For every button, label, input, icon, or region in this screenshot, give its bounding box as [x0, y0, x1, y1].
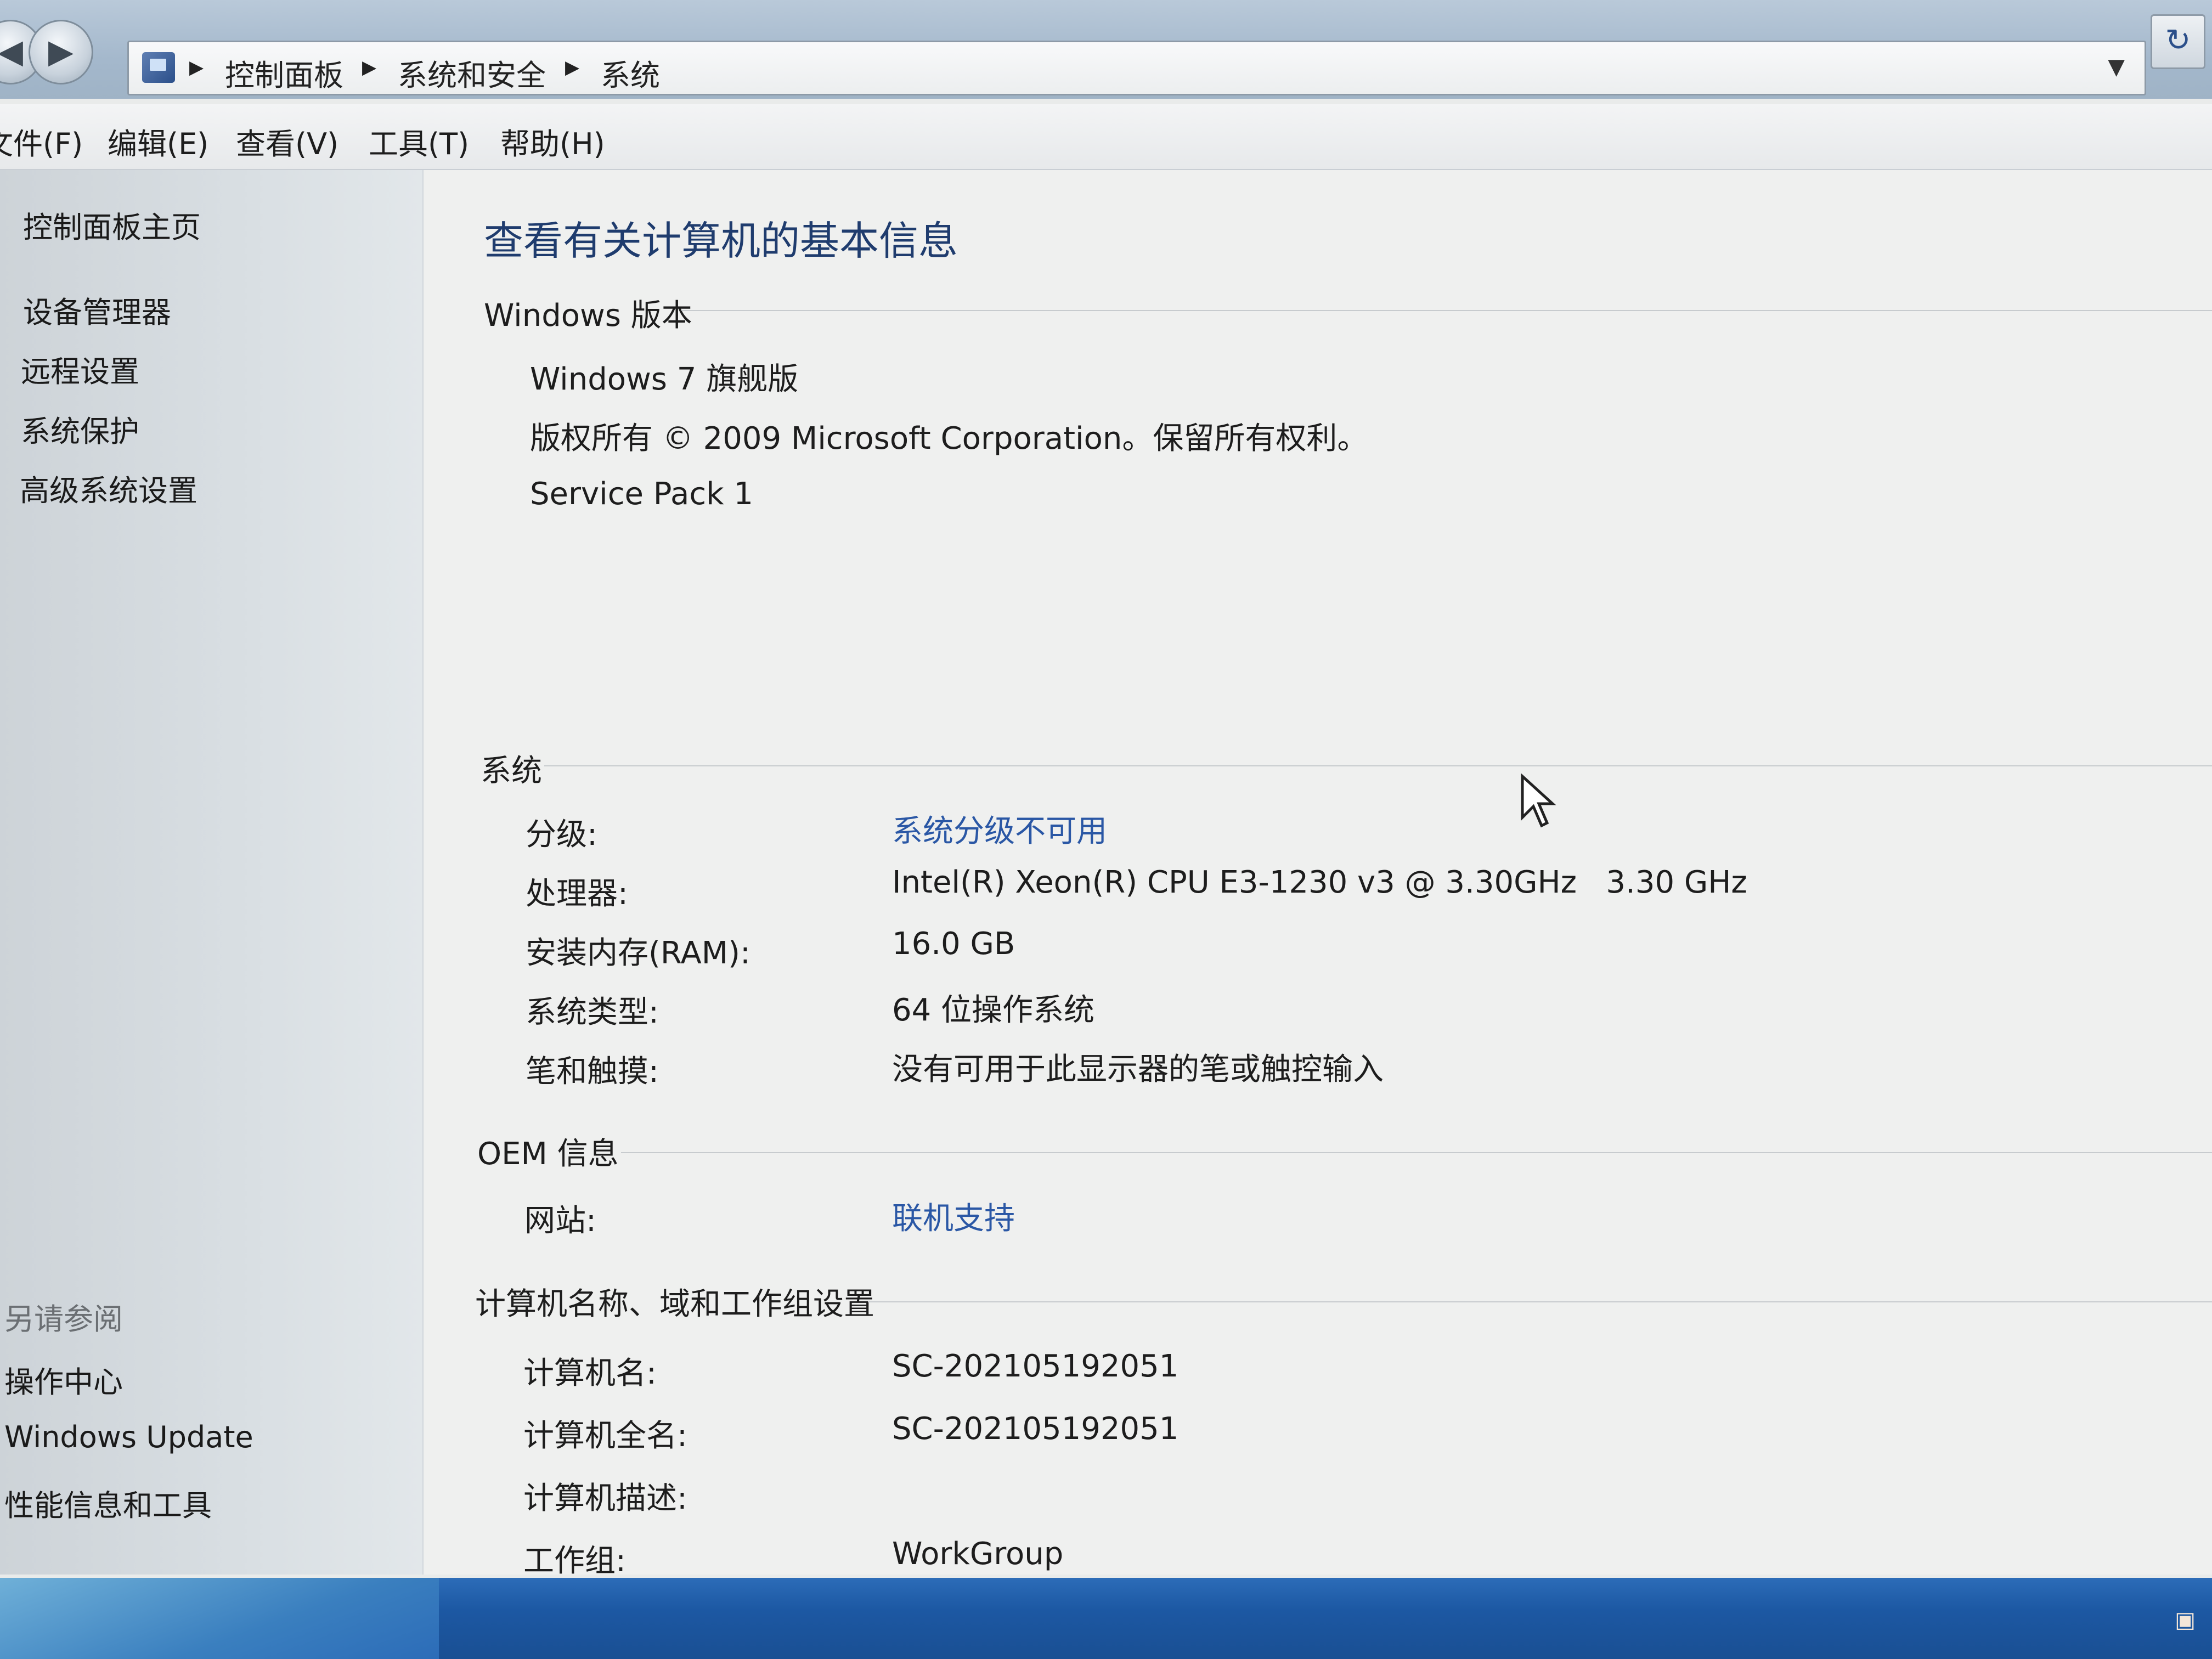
section-computer-name: 计算机名称、域和工作组设置	[475, 1286, 874, 1322]
section-system: 系统	[481, 753, 542, 789]
ram-label: 安装内存(RAM):	[526, 935, 751, 971]
see-also-performance-tools[interactable]: 性能信息和工具	[4, 1481, 212, 1525]
rating-link[interactable]: 系统分级不可用	[892, 806, 1107, 851]
ram-value: 16.0 GB	[892, 926, 1015, 962]
system-type-value: 64 位操作系统	[892, 992, 1095, 1028]
section-divider	[868, 1301, 2212, 1302]
full-computer-name-value: SC-202105192051	[892, 1411, 1179, 1447]
menu-view[interactable]: 查看(V)	[236, 120, 338, 163]
section-divider	[621, 1152, 2212, 1153]
menu-tools[interactable]: 工具(T)	[369, 120, 469, 163]
see-also-windows-update[interactable]: Windows Update	[4, 1420, 253, 1454]
section-divider	[681, 310, 2212, 311]
system-type-label: 系统类型:	[526, 995, 659, 1030]
service-pack: Service Pack 1	[530, 476, 753, 512]
sidebar: 控制面板主页 设备管理器 远程设置 系统保护 高级系统设置 另请参阅 操作中心 …	[0, 170, 424, 1575]
breadcrumb-separator-icon[interactable]: ▶	[565, 57, 579, 78]
section-divider	[544, 765, 2212, 766]
address-bar-area: ◀ ▶ ▶ 控制面板 ▶ 系统和安全 ▶ 系统 ▼ ↻	[0, 0, 2212, 99]
refresh-button[interactable]: ↻	[2151, 14, 2205, 69]
website-label: 网站:	[524, 1203, 596, 1239]
control-panel-icon	[142, 52, 175, 83]
forward-arrow-icon: ▶	[48, 32, 74, 71]
breadcrumb-separator-icon: ▶	[189, 57, 204, 78]
sidebar-control-panel-home[interactable]: 控制面板主页	[23, 203, 201, 246]
sidebar-item-advanced-settings[interactable]: 高级系统设置	[20, 466, 198, 510]
watermark-logo-icon: ▣	[2175, 1607, 2196, 1633]
sidebar-item-system-protection[interactable]: 系统保护	[21, 407, 139, 450]
pen-touch-value: 没有可用于此显示器的笔或触控输入	[892, 1052, 1384, 1087]
breadcrumb-system-security[interactable]: 系统和安全	[398, 51, 546, 94]
copyright-text: 版权所有 © 2009 Microsoft Corporation。保留所有权利…	[530, 421, 1368, 456]
mouse-cursor-icon	[1521, 774, 1556, 828]
refresh-icon: ↻	[2165, 22, 2191, 58]
workgroup-label: 工作组:	[523, 1543, 626, 1579]
sidebar-item-device-manager[interactable]: 设备管理器	[23, 288, 171, 331]
see-also-heading: 另请参阅	[4, 1302, 123, 1336]
pen-touch-label: 笔和触摸:	[526, 1054, 659, 1090]
main-content: 查看有关计算机的基本信息 Windows 版本 Windows 7 旗舰版 版权…	[424, 170, 2212, 1579]
processor-label: 处理器:	[526, 876, 628, 912]
breadcrumb-system[interactable]: 系统	[601, 51, 660, 94]
menu-edit[interactable]: 编辑(E)	[108, 120, 208, 163]
section-windows-edition: Windows 版本	[484, 298, 692, 334]
processor-value: Intel(R) Xeon(R) CPU E3-1230 v3 @ 3.30GH…	[892, 865, 1747, 900]
menu-help[interactable]: 帮助(H)	[500, 120, 605, 163]
address-bar[interactable]: ▶ 控制面板 ▶ 系统和安全 ▶ 系统 ▼	[127, 41, 2146, 95]
forward-button[interactable]: ▶	[29, 20, 93, 84]
workgroup-value: WorkGroup	[892, 1536, 1064, 1572]
rating-label: 分级:	[526, 817, 597, 853]
computer-name-value: SC-202105192051	[892, 1348, 1179, 1384]
back-arrow-icon: ◀	[0, 32, 24, 71]
menu-bar: 文件(F) 编辑(E) 查看(V) 工具(T) 帮助(H)	[0, 104, 2212, 170]
computer-description-label: 计算机描述:	[523, 1481, 687, 1516]
computer-name-label: 计算机名:	[523, 1356, 657, 1391]
page-title: 查看有关计算机的基本信息	[484, 218, 958, 264]
full-computer-name-label: 计算机全名:	[523, 1418, 687, 1454]
address-dropdown-icon[interactable]: ▼	[2108, 54, 2125, 80]
see-also-action-center[interactable]: 操作中心	[4, 1358, 123, 1401]
breadcrumb-control-panel[interactable]: 控制面板	[225, 51, 343, 94]
windows-edition: Windows 7 旗舰版	[530, 362, 799, 397]
sidebar-item-remote-settings[interactable]: 远程设置	[21, 347, 139, 391]
menu-file[interactable]: 文件(F)	[0, 120, 83, 163]
online-support-link[interactable]: 联机支持	[892, 1194, 1015, 1238]
section-oem: OEM 信息	[477, 1136, 619, 1172]
taskbar-start-area[interactable]	[0, 1578, 439, 1659]
breadcrumb-separator-icon[interactable]: ▶	[362, 57, 376, 78]
